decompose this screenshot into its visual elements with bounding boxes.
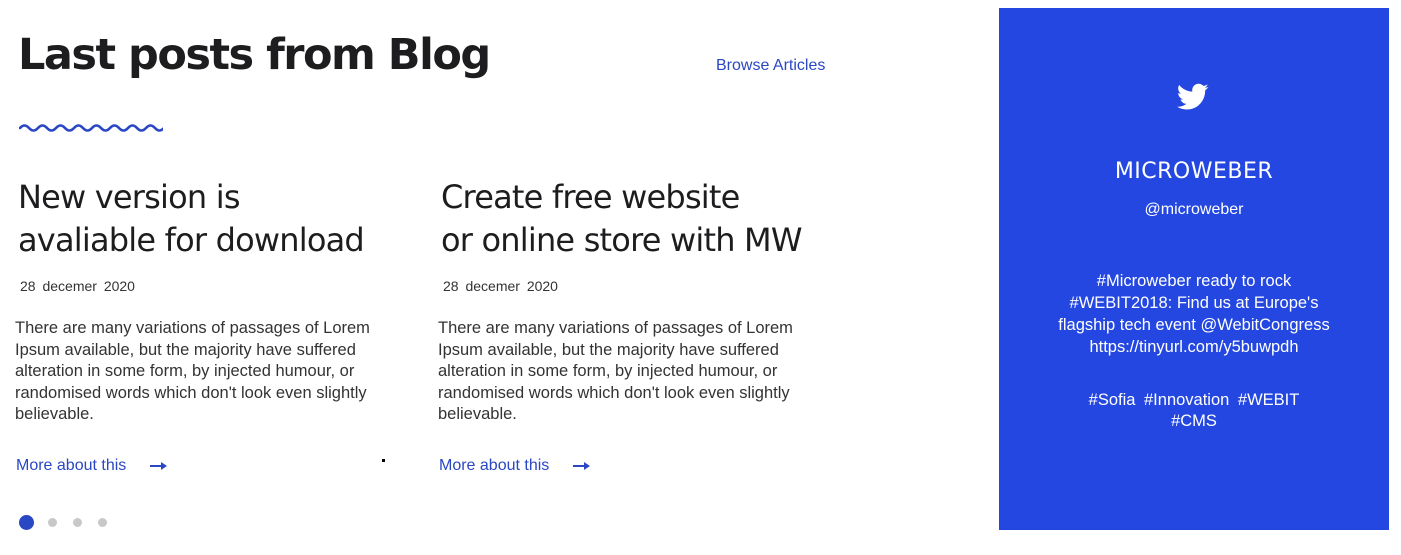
more-about-this-link[interactable]: More about this — [16, 457, 168, 475]
arrow-right-icon — [573, 462, 591, 470]
hashtag-line[interactable]: #Sofia #Innovation #WEBIT — [999, 390, 1389, 411]
more-about-this-link[interactable]: More about this — [439, 457, 591, 475]
post-excerpt-line: Ipsum available, but the majority have s… — [438, 340, 779, 359]
page-title: Last posts from Blog — [18, 30, 491, 80]
post-date: 28 decemer 2020 — [443, 278, 558, 294]
post-excerpt-line: Ipsum available, but the majority have s… — [15, 340, 356, 359]
hashtag-line[interactable]: #CMS — [999, 411, 1389, 432]
wave-divider — [19, 124, 163, 132]
tweet-line: #Microweber ready to rock — [1096, 272, 1292, 290]
post-title-line: or online store with MW — [441, 221, 803, 259]
blog-post-card: New version is avaliable for download 28… — [15, 176, 418, 426]
more-link-label: More about this — [439, 457, 550, 474]
twitter-handle-link[interactable]: @microweber — [999, 201, 1389, 219]
stray-pixel — [382, 459, 385, 462]
post-title-line: Create free website — [441, 178, 740, 216]
tweet-line: flagship tech event @WebitCongress — [1058, 316, 1330, 334]
post-date: 28 decemer 2020 — [20, 278, 135, 294]
more-link-label: More about this — [16, 457, 127, 474]
twitter-bird-icon[interactable] — [1177, 83, 1209, 111]
browse-articles-link[interactable]: Browse Articles — [716, 57, 825, 75]
pagination-dot-4[interactable] — [98, 518, 107, 527]
tweet-link[interactable]: https://tinyurl.com/y5buwpdh — [999, 336, 1389, 358]
post-excerpt-line: believable. — [438, 405, 517, 424]
post-title[interactable]: Create free website or online store with… — [441, 176, 841, 262]
blog-post-card: Create free website or online store with… — [438, 176, 841, 426]
twitter-account-name: MICROWEBER — [1114, 159, 1274, 184]
post-excerpt: There are many variations of passages of… — [438, 318, 818, 426]
post-title-line: avaliable for download — [18, 221, 365, 259]
arrow-right-icon — [150, 462, 168, 470]
post-title[interactable]: New version is avaliable for download — [18, 176, 418, 262]
post-excerpt-line: There are many variations of passages of… — [15, 319, 370, 337]
tweet-text: #Microweber ready to rock #WEBIT2018: Fi… — [999, 270, 1389, 358]
post-excerpt-line: alteration in some form, by injected hum… — [15, 362, 355, 381]
post-excerpt-line: believable. — [15, 405, 94, 424]
post-title-line: New version is — [18, 178, 241, 216]
pagination-dot-1[interactable] — [19, 515, 34, 530]
post-excerpt-line: randomised words which don't look even s… — [15, 383, 367, 402]
pagination-dot-2[interactable] — [48, 518, 57, 527]
post-excerpt-line: randomised words which don't look even s… — [438, 383, 790, 402]
carousel-pagination — [19, 515, 123, 530]
pagination-dot-3[interactable] — [73, 518, 82, 527]
post-excerpt-line: There are many variations of passages of… — [438, 319, 793, 337]
twitter-feed-card: MICROWEBER @microweber #Microweber ready… — [999, 8, 1389, 530]
post-excerpt-line: alteration in some form, by injected hum… — [438, 362, 778, 381]
tweet-hashtags: #Sofia #Innovation #WEBIT #CMS — [999, 390, 1389, 432]
tweet-line: #WEBIT2018: Find us at Europe's — [1069, 294, 1319, 312]
post-excerpt: There are many variations of passages of… — [15, 318, 395, 426]
